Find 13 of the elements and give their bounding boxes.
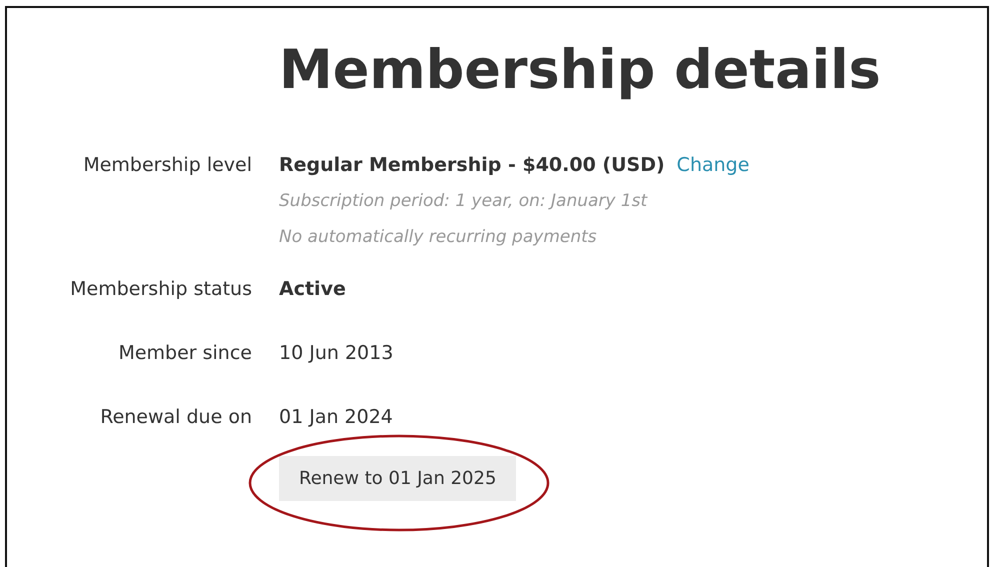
field-value: 10 Jun 2013 — [279, 341, 394, 366]
membership-level-value: Regular Membership - $40.00 (USD) — [279, 153, 665, 178]
subscription-note: No automatically recurring payments — [279, 226, 597, 249]
field-label: Membership level — [83, 153, 252, 178]
field-label: Renewal due on — [100, 405, 252, 430]
subscription-note: Subscription period: 1 year, on: January 1st — [279, 190, 648, 213]
page-title: Membership details — [279, 38, 881, 102]
field-value: 01 Jan 2024 — [279, 405, 393, 430]
change-link[interactable]: Change — [676, 152, 750, 178]
field-value: Active — [279, 277, 346, 302]
field-label: Membership status — [70, 277, 252, 302]
renew-button[interactable]: Renew to 01 Jan 2025 — [279, 456, 516, 501]
field-label: Member since — [118, 341, 252, 366]
